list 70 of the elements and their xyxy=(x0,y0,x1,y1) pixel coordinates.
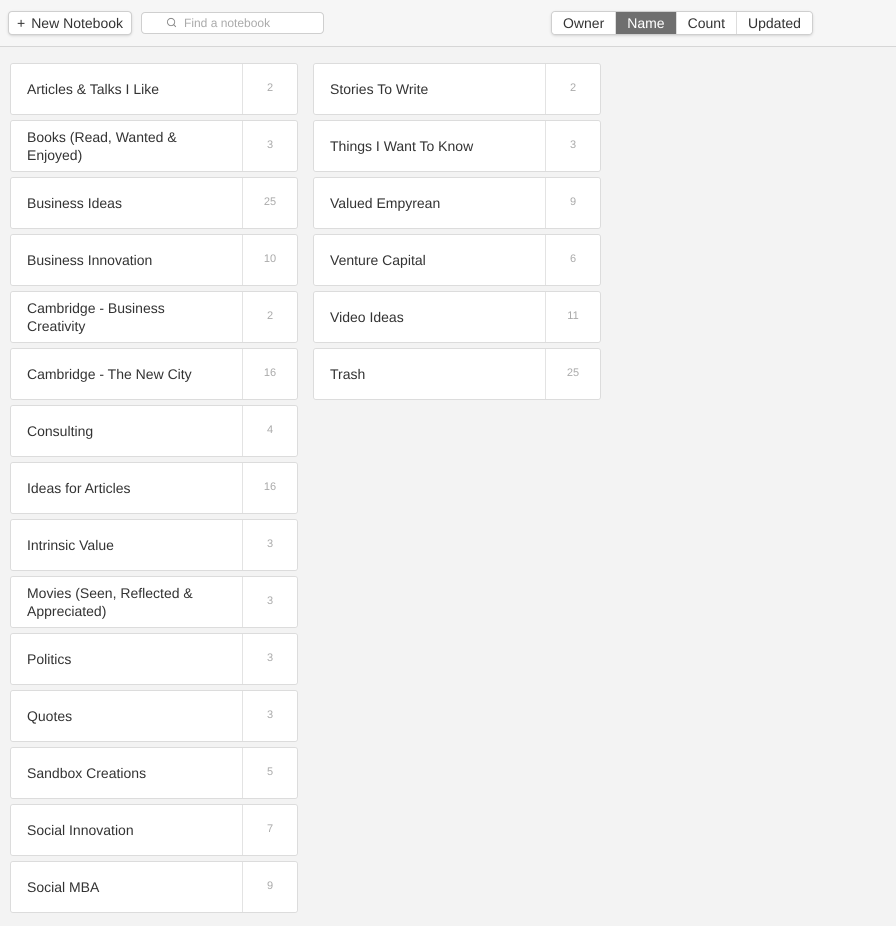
note-count: 7 xyxy=(266,822,274,837)
notebook-card[interactable]: Valued Empyrean 9 xyxy=(313,177,601,229)
sort-tab[interactable]: Count xyxy=(676,12,736,34)
notebook-name: Business Innovation xyxy=(26,251,154,269)
notebook-card[interactable]: Articles & Talks I Like 2 xyxy=(10,63,298,115)
notebook-name: Sandbox Creations xyxy=(26,764,148,782)
notebook-card[interactable]: Intrinsic Value 3 xyxy=(10,519,298,571)
note-count: 10 xyxy=(264,252,276,267)
notebook-name: Books (Read, Wanted & Enjoyed) xyxy=(26,128,178,164)
sort-tab[interactable]: Owner xyxy=(552,12,616,34)
notebook-card[interactable]: Cambridge - Business Creativity 2 xyxy=(10,291,298,343)
notebook-name: Politics xyxy=(26,650,72,668)
search-icon xyxy=(166,17,178,28)
notebook-name: Quotes xyxy=(26,707,74,725)
sort-tab[interactable]: Updated xyxy=(736,12,812,34)
note-count: 3 xyxy=(266,537,274,552)
notebook-card[interactable]: Stories To Write 2 xyxy=(313,63,601,115)
notebook-card[interactable]: Ideas for Articles 16 xyxy=(10,462,298,514)
notebook-card[interactable]: Things I Want To Know 3 xyxy=(313,120,601,172)
notebook-card[interactable]: Business Innovation 10 xyxy=(10,234,298,286)
notebook-name: Things I Want To Know xyxy=(329,137,474,155)
note-count: 3 xyxy=(266,708,274,723)
notebook-name: Business Ideas xyxy=(26,194,123,212)
new-notebook-button[interactable]: + New Notebook xyxy=(8,11,132,35)
notebook-name: Trash xyxy=(329,365,366,383)
notebook-card[interactable]: Trash 25 xyxy=(313,348,601,400)
note-count: 3 xyxy=(266,138,274,153)
notebook-card[interactable]: Movies (Seen, Reflected & Appreciated) 3 xyxy=(10,576,298,628)
note-count: 11 xyxy=(567,309,579,324)
note-count: 6 xyxy=(570,252,576,267)
notebook-name: Video Ideas xyxy=(329,308,405,326)
notebook-name: Social MBA xyxy=(26,878,100,896)
note-count: 4 xyxy=(266,423,274,438)
search-field[interactable]: Find a notebook xyxy=(141,12,324,34)
notebook-card[interactable]: Consulting 4 xyxy=(10,405,298,457)
notebook-name: Social Innovation xyxy=(26,821,135,839)
notebook-card[interactable]: Social MBA 9 xyxy=(10,861,298,913)
note-count: 3 xyxy=(266,594,274,609)
notebook-name: Ideas for Articles xyxy=(26,479,132,497)
notebook-card[interactable]: Sandbox Creations 5 xyxy=(10,747,298,799)
note-count: 2 xyxy=(570,81,576,96)
notebook-name: Venture Capital xyxy=(329,251,427,269)
notebook-card[interactable]: Social Innovation 7 xyxy=(10,804,298,856)
notebook-name: Movies (Seen, Reflected & Appreciated) xyxy=(26,584,194,620)
note-count: 16 xyxy=(264,480,276,495)
notebook-card[interactable]: Books (Read, Wanted & Enjoyed) 3 xyxy=(10,120,298,172)
notebook-card[interactable]: Video Ideas 11 xyxy=(313,291,601,343)
notebook-card[interactable]: Cambridge - The New City 16 xyxy=(10,348,298,400)
notebook-name: Cambridge - Business Creativity xyxy=(26,299,166,335)
note-count: 25 xyxy=(264,195,276,210)
note-count: 9 xyxy=(266,879,274,894)
notebook-card[interactable]: Politics 3 xyxy=(10,633,298,685)
note-count: 3 xyxy=(570,138,576,153)
notebook-card[interactable]: Venture Capital 6 xyxy=(313,234,601,286)
note-count: 9 xyxy=(570,195,576,210)
notebook-name: Cambridge - The New City xyxy=(26,365,193,383)
notebook-card[interactable]: Business Ideas 25 xyxy=(10,177,298,229)
notebook-name: Articles & Talks I Like xyxy=(26,80,160,98)
note-count: 2 xyxy=(266,81,274,96)
note-count: 16 xyxy=(264,366,276,381)
sort-tab[interactable]: Name xyxy=(615,12,676,34)
note-count: 25 xyxy=(566,366,580,381)
note-count: 3 xyxy=(266,651,274,666)
notebook-card[interactable]: Quotes 3 xyxy=(10,690,298,742)
notebook-name: Valued Empyrean xyxy=(329,194,442,212)
note-count: 2 xyxy=(266,309,274,324)
notebook-name: Consulting xyxy=(26,422,94,440)
notebook-name: Intrinsic Value xyxy=(26,536,115,554)
note-count: 5 xyxy=(266,765,274,780)
notebook-name: Stories To Write xyxy=(329,80,430,98)
